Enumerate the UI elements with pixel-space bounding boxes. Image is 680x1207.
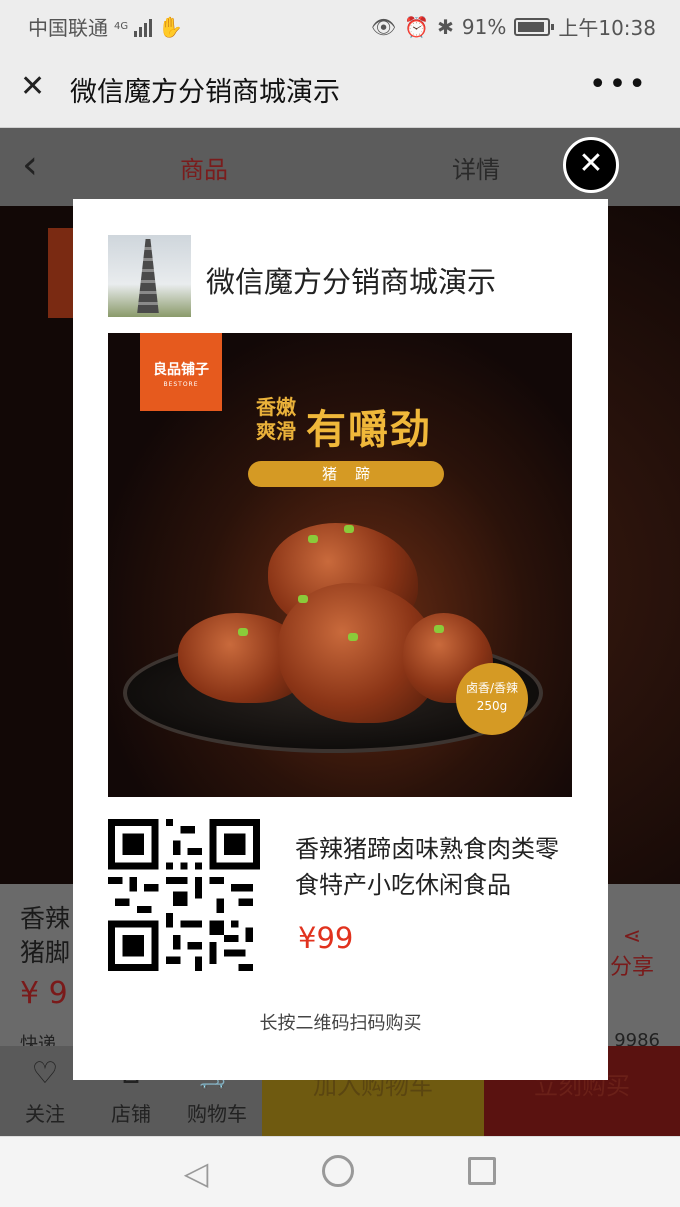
product-label-pill: 猪蹄	[248, 461, 444, 487]
qr-hint: 长按二维码扫码购买	[259, 1013, 422, 1034]
slogan-small: 香嫩 爽滑	[256, 395, 296, 443]
product-image: 良品铺子 BESTORE 香嫩 爽滑 有嚼劲 猪蹄 卤香/香辣 250g	[108, 333, 572, 797]
share-poster: 微信魔方分销商城演示 良品铺子 BESTORE 香嫩 爽滑 有嚼劲 猪蹄 卤香/…	[73, 199, 608, 1080]
carrier-label: 中国联通	[28, 16, 108, 40]
flavor-weight-tag: 卤香/香辣 250g	[456, 663, 528, 735]
share-icon: ⋖	[622, 924, 642, 949]
garnish-shape	[348, 633, 358, 641]
slogan-large: 有嚼劲	[306, 407, 432, 453]
alarm-icon: ⏰	[404, 14, 430, 39]
close-icon: ✕	[578, 146, 604, 181]
poster-product-name: 香辣猪蹄卤味熟食肉类零食特产小吃休闲食品	[295, 835, 559, 899]
shop-avatar	[108, 235, 191, 317]
background-price: ¥ 9	[20, 976, 68, 1011]
share-button[interactable]: ⋖ 分享	[610, 924, 654, 981]
close-poster-button[interactable]: ✕	[563, 137, 619, 193]
garnish-shape	[344, 525, 354, 533]
wechat-header: ✕ 微信魔方分销商城演示 •••	[0, 50, 680, 128]
battery-percent: 91%	[461, 14, 507, 39]
garnish-shape	[298, 595, 308, 603]
recents-nav-icon[interactable]	[468, 1157, 496, 1185]
back-nav-icon[interactable]: ◁	[178, 1155, 214, 1191]
notification-icon: ✋	[158, 14, 184, 39]
battery-icon	[514, 17, 555, 36]
qr-code[interactable]	[108, 819, 260, 971]
bluetooth-icon: ✱	[437, 14, 454, 39]
eye-icon: 👁	[370, 14, 397, 39]
status-left: 中国联通 4G ✋	[28, 12, 183, 41]
status-right: 👁 ⏰ ✱ 91% 上午10:38	[371, 12, 656, 41]
background-brand-badge	[48, 228, 74, 318]
garnish-shape	[238, 628, 248, 636]
more-icon[interactable]: •••	[589, 67, 648, 102]
garnish-shape	[308, 535, 318, 543]
tab-goods[interactable]: 商品	[180, 150, 228, 185]
clock: 上午10:38	[558, 16, 656, 40]
signal-icon	[134, 17, 153, 37]
back-icon[interactable]: ‹	[22, 142, 38, 188]
home-nav-icon[interactable]	[322, 1155, 354, 1187]
status-bar: 中国联通 4G ✋ 👁 ⏰ ✱ 91% 上午10:38	[0, 0, 680, 50]
poster-shop-name: 微信魔方分销商城演示	[206, 265, 497, 299]
page-title: 微信魔方分销商城演示	[70, 77, 340, 108]
poster-price: ¥99	[298, 921, 354, 955]
network-type: 4G	[114, 20, 129, 32]
pagoda-image	[137, 239, 159, 313]
system-nav-bar: ◁	[0, 1136, 680, 1207]
background-product-name: 香辣猪脚	[20, 904, 71, 967]
close-icon[interactable]: ✕	[20, 72, 50, 102]
garnish-shape	[434, 625, 444, 633]
brand-logo: 良品铺子 BESTORE	[140, 333, 222, 411]
tab-details[interactable]: 详情	[452, 150, 500, 185]
